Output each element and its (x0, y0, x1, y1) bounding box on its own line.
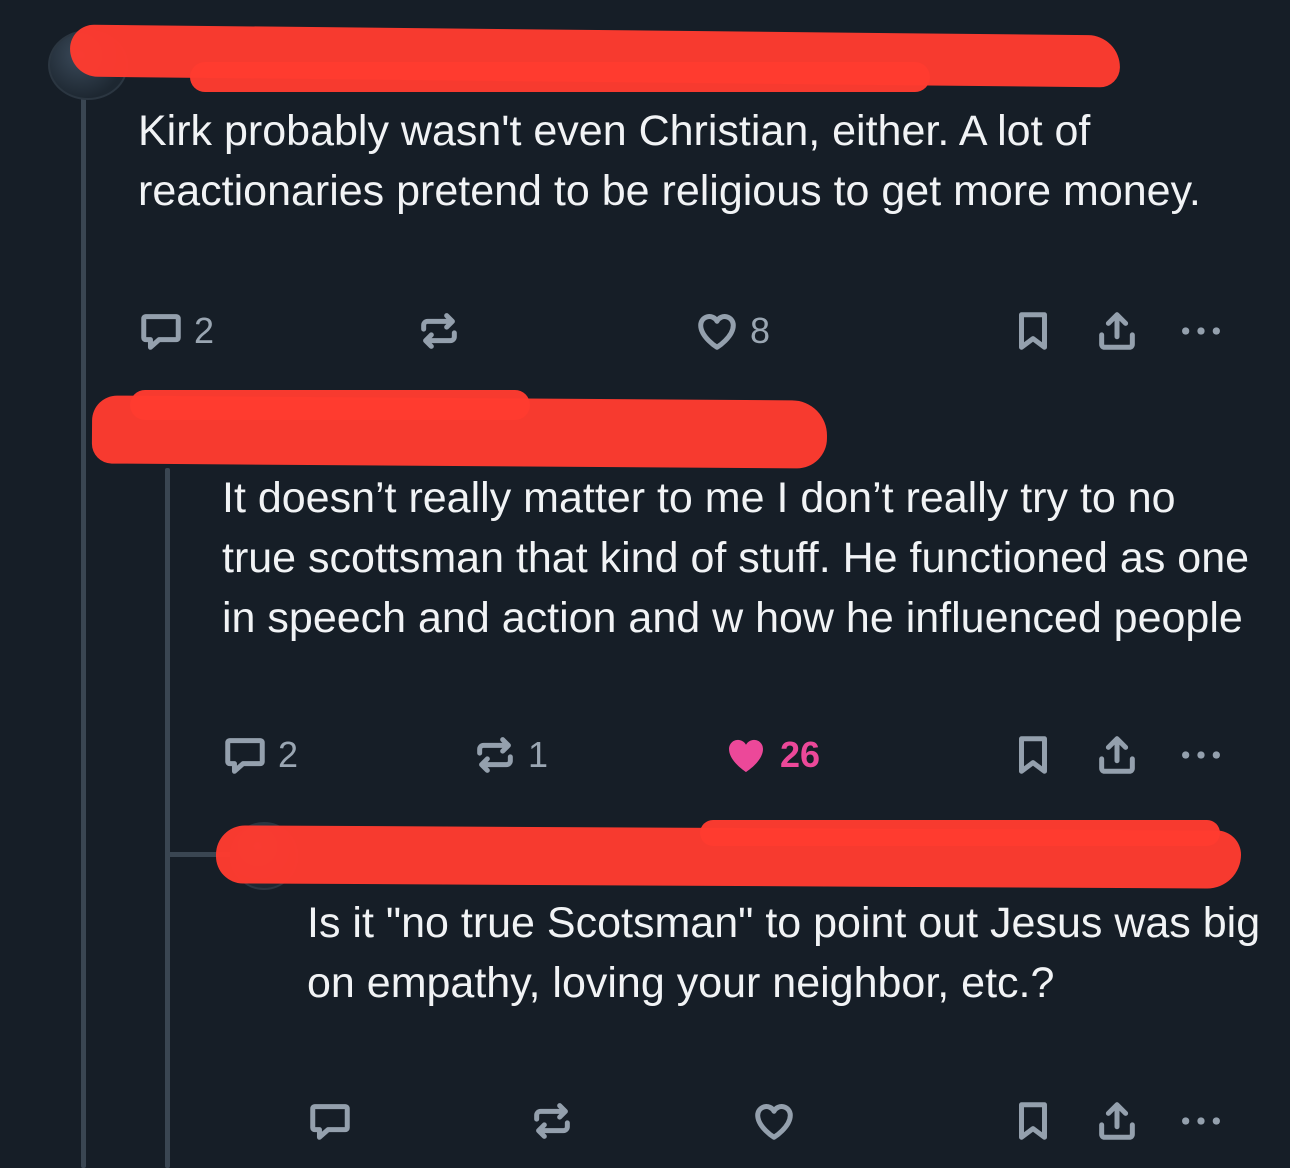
bookmark-button[interactable] (1010, 306, 1056, 356)
share-upload-icon (1099, 736, 1135, 774)
heart-icon (698, 314, 736, 350)
post-text: Kirk probably wasn't even Christian, eit… (138, 107, 1201, 215)
redaction-mark (700, 820, 1220, 846)
like-count: 26 (780, 734, 821, 775)
thread-line-nested (165, 468, 170, 1168)
share-upload-icon (1099, 312, 1135, 350)
post-text: Is it "no true Scotsman" to point out Je… (307, 899, 1261, 1007)
more-button[interactable] (1178, 1096, 1224, 1146)
repost-button[interactable]: 1 (472, 730, 548, 780)
redaction-mark (130, 390, 530, 420)
more-button[interactable] (1178, 730, 1224, 780)
repost-count: 1 (528, 734, 549, 775)
like-button[interactable]: 8 (694, 306, 770, 356)
bookmark-icon (1019, 736, 1047, 774)
more-button[interactable] (1178, 306, 1224, 356)
bookmark-button[interactable] (1010, 1096, 1056, 1146)
action-bar: 2 1 26 (222, 730, 1248, 780)
heart-icon (755, 1104, 793, 1140)
share-upload-icon (1099, 1102, 1135, 1140)
reply-button[interactable] (307, 1096, 363, 1146)
ellipsis-icon (1182, 327, 1220, 335)
repost-button[interactable] (529, 1096, 585, 1146)
speech-bubble-icon (141, 314, 181, 350)
bookmark-icon (1019, 1102, 1047, 1140)
reply-button[interactable]: 2 (138, 306, 214, 356)
repost-arrows-icon (534, 1103, 570, 1139)
speech-bubble-icon (310, 1104, 350, 1140)
share-button[interactable] (1094, 1096, 1140, 1146)
share-button[interactable] (1094, 306, 1140, 356)
repost-button[interactable] (416, 306, 472, 356)
bookmark-button[interactable] (1010, 730, 1056, 780)
share-button[interactable] (1094, 730, 1140, 780)
repost-arrows-icon (477, 737, 513, 773)
reply-button[interactable]: 2 (222, 730, 298, 780)
ellipsis-icon (1182, 751, 1220, 759)
bookmark-icon (1019, 312, 1047, 350)
like-button[interactable]: 26 (722, 730, 820, 780)
reply-count: 2 (278, 734, 299, 775)
like-button[interactable] (751, 1096, 807, 1146)
action-bar: 2 8 (138, 306, 1248, 356)
repost-arrows-icon (421, 313, 457, 349)
ellipsis-icon (1182, 1117, 1220, 1125)
post-text: It doesn’t really matter to me I don’t r… (222, 474, 1250, 642)
speech-bubble-icon (225, 738, 265, 774)
thread-line-main (81, 95, 86, 1168)
redaction-mark (190, 62, 930, 92)
action-bar (307, 1096, 1248, 1146)
reply-count: 2 (194, 310, 215, 351)
heart-icon (728, 739, 764, 772)
like-count: 8 (750, 310, 771, 351)
